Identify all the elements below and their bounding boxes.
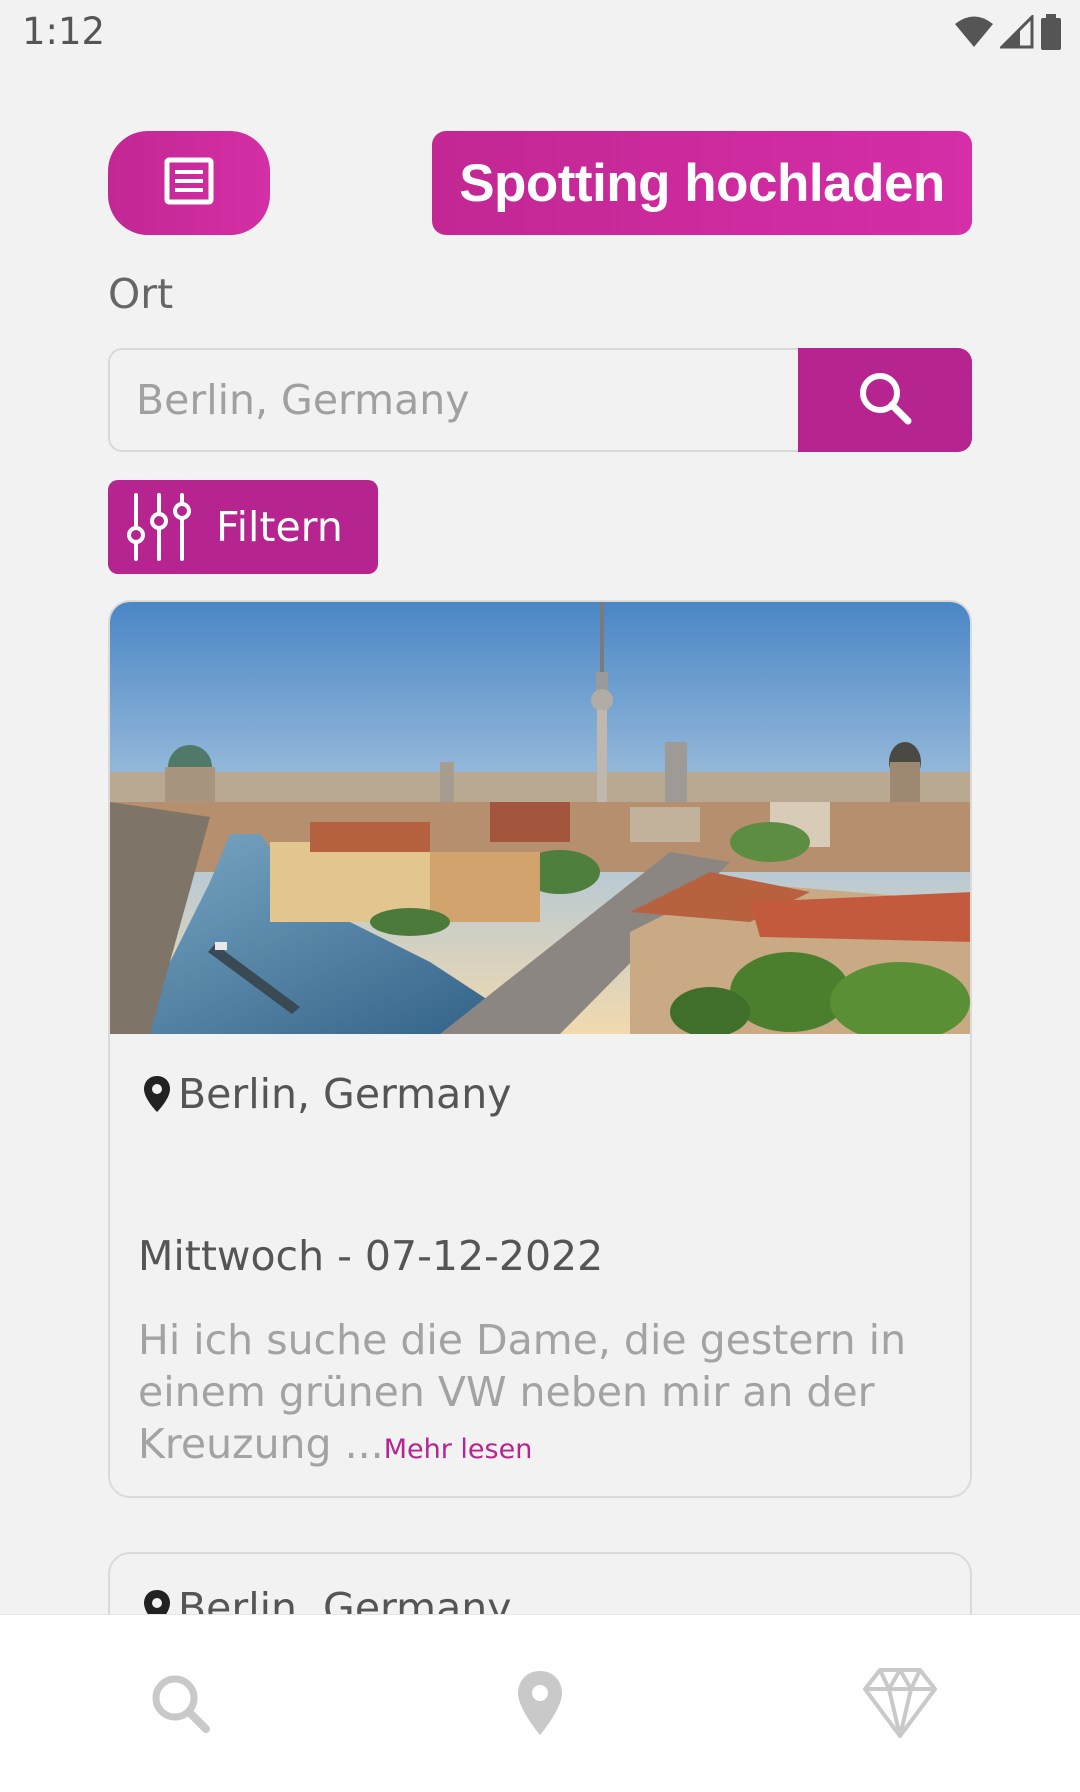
list-view-button[interactable]: [108, 131, 270, 235]
search-button[interactable]: [798, 348, 972, 452]
search-icon: [857, 370, 913, 431]
wifi-icon: [954, 15, 994, 54]
diamond-icon: [862, 1667, 938, 1744]
cellular-signal-icon: [998, 13, 1034, 54]
status-time: 1:12: [22, 10, 106, 53]
map-pin-icon: [515, 1669, 565, 1742]
status-bar: 1:12: [0, 0, 1080, 66]
city-skyline-photo: [110, 602, 970, 1042]
spotting-card[interactable]: Berlin, Germany Mittwoch - 07-12-2022 Hi…: [108, 600, 972, 1498]
nav-search-button[interactable]: [140, 1665, 220, 1745]
status-icons: [954, 13, 1062, 55]
post-excerpt: Hi ich suche die Dame, die gestern in ei…: [138, 1314, 948, 1476]
nav-premium-button[interactable]: [860, 1665, 940, 1745]
nav-map-button[interactable]: [500, 1665, 580, 1745]
filter-button[interactable]: Filtern: [108, 480, 378, 574]
post-location-text: Berlin, Germany: [178, 1070, 512, 1118]
battery-icon: [1040, 14, 1062, 55]
map-pin-icon: [142, 1075, 172, 1113]
post-location: Berlin, Germany: [142, 1070, 512, 1118]
search-icon: [148, 1671, 212, 1740]
location-search-input[interactable]: [108, 348, 798, 452]
sliders-icon: [126, 493, 192, 561]
list-icon: [164, 157, 214, 210]
filter-label: Filtern: [216, 503, 343, 551]
bottom-navigation: [0, 1614, 1080, 1792]
post-date: Mittwoch - 07-12-2022: [138, 1232, 604, 1280]
upload-spotting-button[interactable]: Spotting hochladen: [432, 131, 972, 235]
location-label: Ort: [108, 270, 174, 318]
read-more-link[interactable]: Mehr lesen: [384, 1434, 533, 1465]
